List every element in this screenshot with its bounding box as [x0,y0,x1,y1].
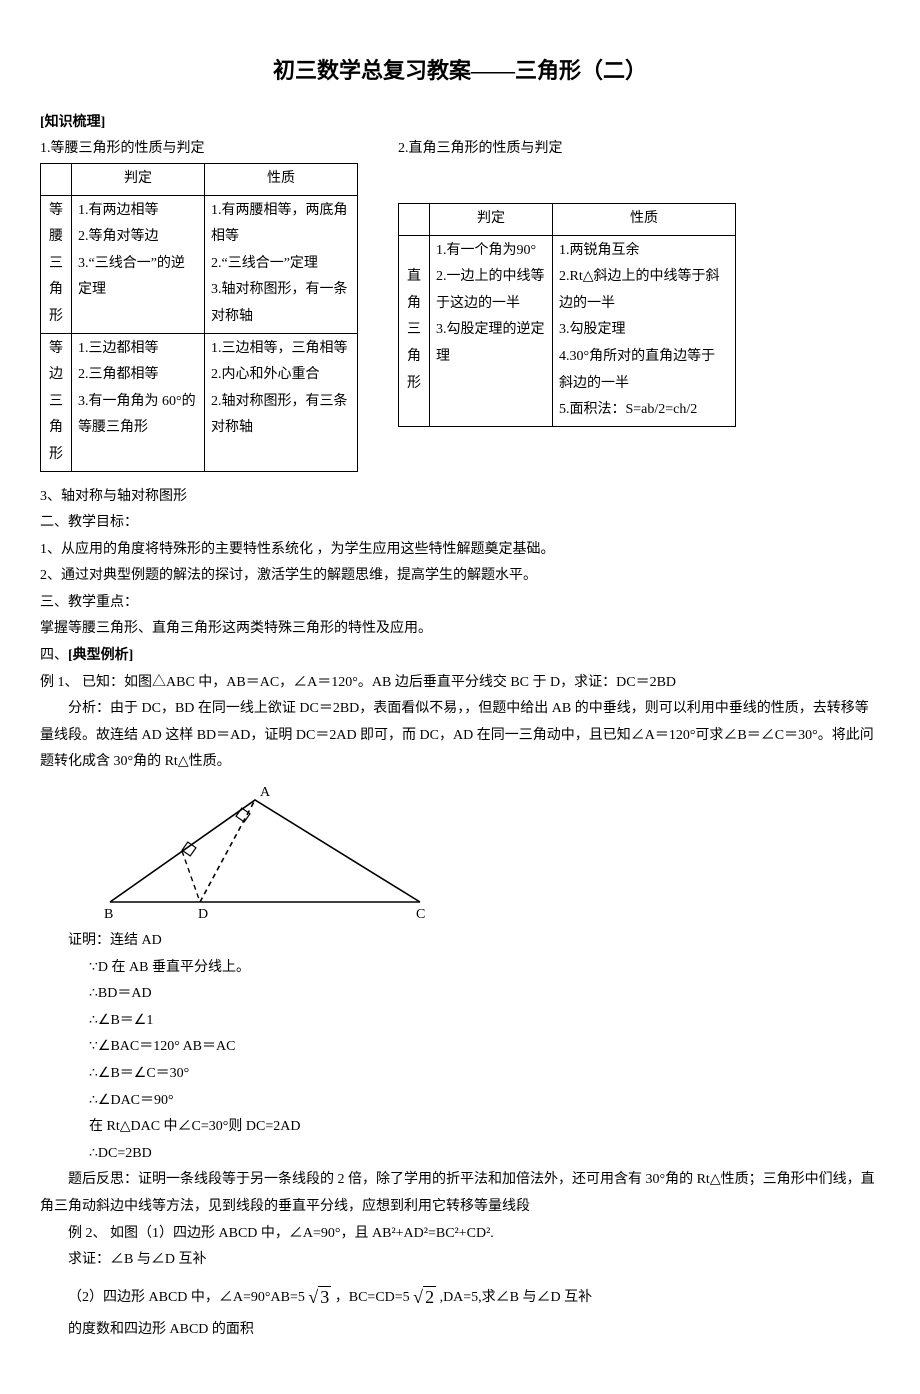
proof-6: ∴∠DAC＝90° [40,1088,880,1115]
sec4-prefix: 四、 [40,648,68,663]
proof-head: 证明：连结 AD [40,928,880,955]
page-title: 初三数学总复习教案——三角形（二） [40,50,880,92]
label-a: A [260,785,271,800]
table-row: 直角三角形 1.有一个角为90° 2.一边上的中线等于这边的一半 3.勾股定理的… [399,235,736,426]
table-a-caption: 1.等腰三角形的性质与判定 [40,136,358,163]
ex1-line1: 例 1、 已知：如图△ABC 中，AB＝AC，∠A＝120°。AB 边后垂直平分… [40,670,880,697]
sec4-title: [典型例析] [68,648,133,663]
th-prop: 性质 [553,203,736,235]
ex2-line3: （2）四边形 ABCD 中，∠A=90°AB=5 √3 ，BC=CD=5 √2 … [40,1274,880,1317]
sec3: 3、轴对称与轴对称图形 [40,484,880,511]
label-d: D [198,907,208,922]
table-row: 等腰三角形 1.有两边相等 2.等角对等边 3.“三线合一”的逆定理 1.有两腰… [41,195,358,333]
ex2-line1: 例 2、 如图（1）四边形 ABCD 中，∠A=90°，且 AB²+AD²=BC… [40,1221,880,1248]
keypoint-heading: 三、教学重点： [40,590,880,617]
row-label: 等边三角形 [41,333,72,471]
goal-heading: 二、教学目标： [40,510,880,537]
sqrt3: √3 [308,1287,331,1307]
table-a: 判定 性质 等腰三角形 1.有两边相等 2.等角对等边 3.“三线合一”的逆定理… [40,163,358,472]
ex2-3c: ,DA=5,求∠B 与∠D 互补 [440,1290,593,1305]
keypoint-1: 掌握等腰三角形、直角三角形这两类特殊三角形的特性及应用。 [40,616,880,643]
cell: 1.有一个角为90° 2.一边上的中线等于这边的一半 3.勾股定理的逆定理 [430,235,553,426]
proof-7: 在 Rt△DAC 中∠C=30°则 DC=2AD [40,1114,880,1141]
ex2-3b: ，BC=CD=5 [335,1290,410,1305]
proof-3: ∴∠B＝∠1 [40,1008,880,1035]
cell: 1.有两腰相等，两底角相等 2.“三线合一”定理 3.轴对称图形，有一条对称轴 [205,195,358,333]
table-row: 等边三角形 1.三边都相等 2.三角都相等 3.有一角角为 60°的等腰三角形 … [41,333,358,471]
sqrt2: √2 [413,1287,436,1307]
tables-row: 1.等腰三角形的性质与判定 判定 性质 等腰三角形 1.有两边相等 2.等角对等… [40,136,880,471]
cell: 1.两锐角互余 2.Rt△斜边上的中线等于斜边的一半 3.勾股定理 4.30°角… [553,235,736,426]
th-blank [399,203,430,235]
table-row: 判定 性质 [41,163,358,195]
table-b-col: 2.直角三角形的性质与判定 判定 性质 直角三角形 1.有一个角为90° 2.一… [398,136,736,471]
row-label: 等腰三角形 [41,195,72,333]
cell: 1.有两边相等 2.等角对等边 3.“三线合一”的逆定理 [72,195,205,333]
table-b-caption: 2.直角三角形的性质与判定 [398,136,736,163]
label-c: C [416,907,425,922]
row-label: 直角三角形 [399,235,430,426]
cell: 1.三边相等，三角相等 2.内心和外心重合 2.轴对称图形，有三条对称轴 [205,333,358,471]
table-b: 判定 性质 直角三角形 1.有一个角为90° 2.一边上的中线等于这边的一半 3… [398,203,736,427]
knowledge-heading: [知识梳理] [40,110,880,137]
th-judge: 判定 [430,203,553,235]
th-prop: 性质 [205,163,358,195]
proof-8: ∴DC=2BD [40,1141,880,1168]
th-blank [41,163,72,195]
th-judge: 判定 [72,163,205,195]
ex2-line2: 求证：∠B 与∠D 互补 [40,1247,880,1274]
proof-4: ∵∠BAC＝120° AB＝AC [40,1034,880,1061]
ex2-3a: （2）四边形 ABCD 中，∠A=90°AB=5 [68,1290,305,1305]
ex1-analysis: 分析：由于 DC，BD 在同一线上欲证 DC＝2BD，表面看似不易，，但题中给出… [40,696,880,776]
cell: 1.三边都相等 2.三角都相等 3.有一角角为 60°的等腰三角形 [72,333,205,471]
table-row: 判定 性质 [399,203,736,235]
reflect: 题后反思：证明一条线段等于另一条线段的 2 倍，除了学用的折平法和加倍法外，还可… [40,1167,880,1220]
table-a-col: 1.等腰三角形的性质与判定 判定 性质 等腰三角形 1.有两边相等 2.等角对等… [40,136,358,471]
proof-5: ∴∠B＝∠C＝30° [40,1061,880,1088]
proof-1: ∵D 在 AB 垂直平分线上。 [40,955,880,982]
sec4-heading: 四、[典型例析] [40,643,880,670]
label-b: B [104,907,113,922]
goal-2: 2、通过对典型例题的解法的探讨，激活学生的解题思维，提高学生的解题水平。 [40,563,880,590]
proof-2: ∴BD＝AD [40,981,880,1008]
goal-1: 1、从应用的角度将特殊形的主要特性系统化 ，为学生应用这些特性解题奠定基础。 [40,537,880,564]
ex2-line4: 的度数和四边形 ABCD 的面积 [40,1317,880,1344]
triangle-figure: A B D C [80,782,440,922]
